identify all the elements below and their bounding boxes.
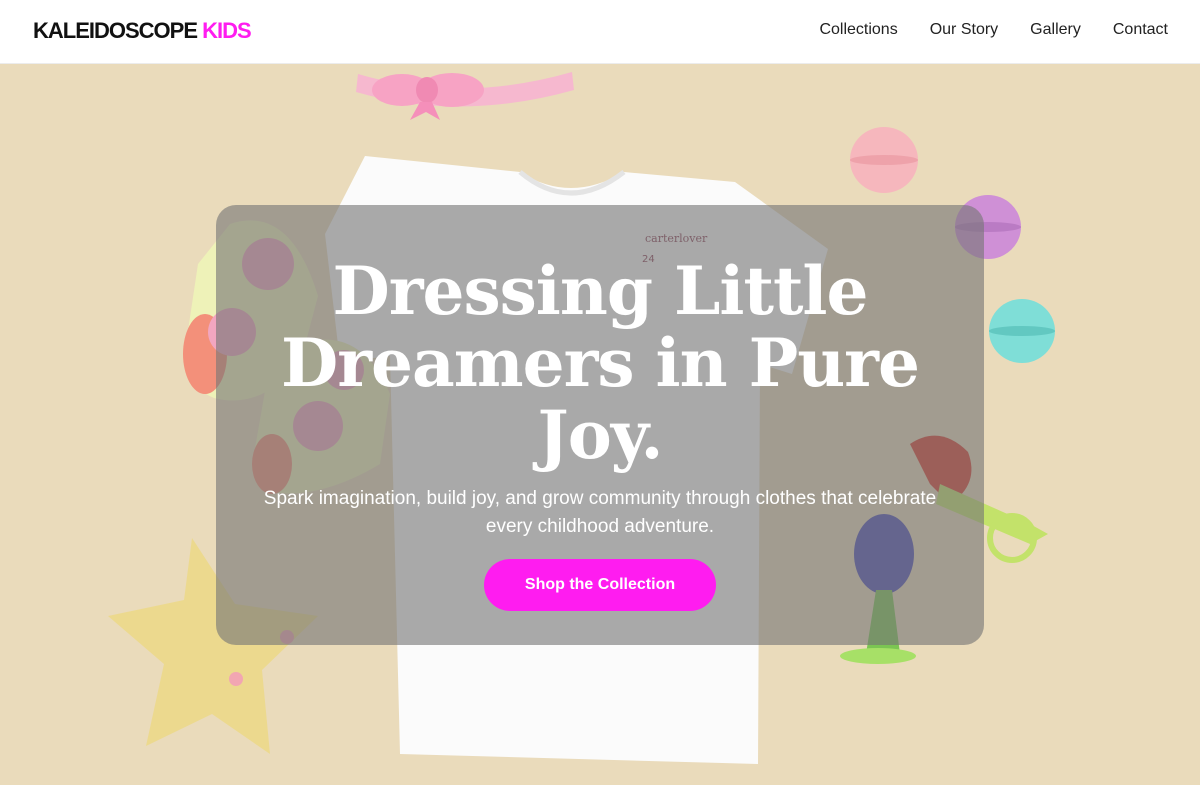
macaron-pink	[850, 127, 918, 193]
brand-accent: KIDS	[202, 18, 252, 43]
nav-link-our-story[interactable]: Our Story	[930, 21, 998, 39]
main-nav: Collections Our Story Gallery Contact	[819, 21, 1168, 39]
nav-link-gallery[interactable]: Gallery	[1030, 21, 1081, 39]
hero-subtitle: Spark imagination, build joy, and grow c…	[263, 488, 937, 537]
top-navbar: KALEIDOSCOPE KIDS Collections Our Story …	[0, 0, 1200, 64]
brand-name: KALEIDOSCOPE	[33, 18, 198, 43]
hero-section: carterlover 24	[0, 64, 1200, 785]
page-bottom-edge	[0, 785, 1200, 800]
brand-logo[interactable]: KALEIDOSCOPE KIDS	[33, 18, 252, 44]
nav-link-collections[interactable]: Collections	[819, 21, 897, 39]
shop-collection-button[interactable]: Shop the Collection	[484, 559, 716, 611]
nav-link-contact[interactable]: Contact	[1113, 21, 1168, 39]
hero-headline: Dressing Little Dreamers in Pure Joy.	[281, 252, 920, 474]
macaron-teal	[989, 299, 1055, 363]
hero-overlay-card: Dressing Little Dreamers in Pure Joy. Sp…	[216, 205, 984, 645]
